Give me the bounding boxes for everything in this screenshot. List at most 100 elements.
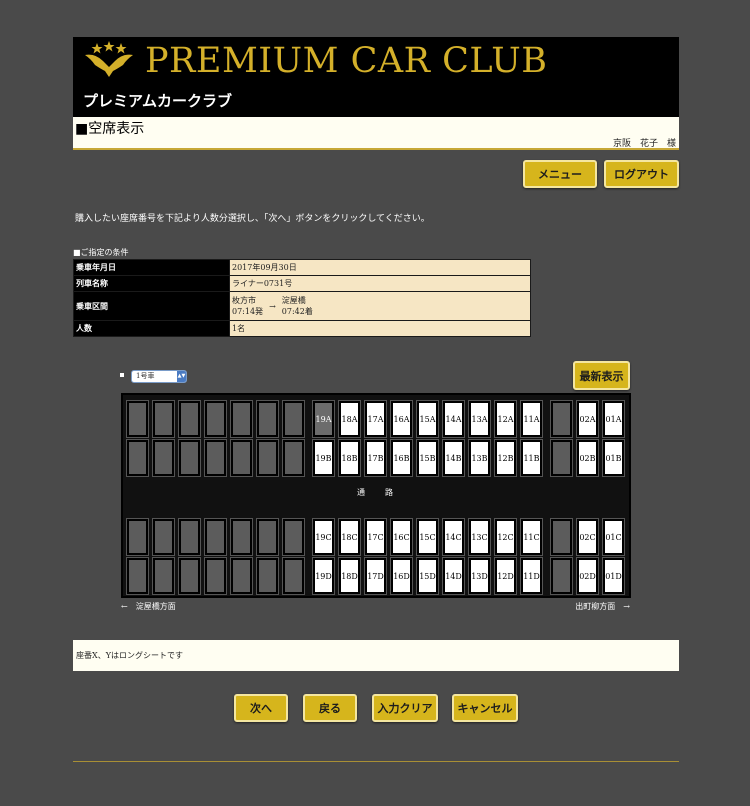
route-to-time: 07:42着 — [281, 307, 313, 316]
conditions-table: 乗車年月日 2017年09月30日 列車名称 ライナー0731号 乗車区間 枚方… — [73, 259, 531, 337]
seat-15c[interactable]: 15C — [416, 518, 439, 556]
car-select[interactable]: 1号車 ▲▼ — [131, 370, 187, 383]
brand-subtitle: プレミアムカークラブ — [83, 92, 232, 110]
seat-15a[interactable]: 15A — [416, 400, 439, 438]
seat-unavailable — [230, 400, 253, 438]
user-name: 京阪 花子 様 — [612, 139, 676, 149]
seat-01a[interactable]: 01A — [602, 400, 625, 438]
seat-01b[interactable]: 01B — [602, 439, 625, 477]
seat-13b[interactable]: 13B — [468, 439, 491, 477]
seat-12d[interactable]: 12D — [494, 557, 517, 595]
route-from-time: 07:14発 — [232, 307, 264, 316]
seat-unavailable — [126, 439, 149, 477]
seat-unavailable — [204, 557, 227, 595]
seat-14b[interactable]: 14B — [442, 439, 465, 477]
route-to: 淀屋橋 07:42着 — [282, 295, 313, 317]
seat-17b[interactable]: 17B — [364, 439, 387, 477]
seat-18d[interactable]: 18D — [338, 557, 361, 595]
seat-19c[interactable]: 19C — [312, 518, 335, 556]
cancel-button[interactable]: キャンセル — [452, 694, 518, 722]
seat-19b[interactable]: 19B — [312, 439, 335, 477]
seat-11c[interactable]: 11C — [520, 518, 543, 556]
seat-18c[interactable]: 18C — [338, 518, 361, 556]
table-row: 乗車年月日 2017年09月30日 — [73, 259, 531, 276]
seat-14a[interactable]: 14A — [442, 400, 465, 438]
seat-13a[interactable]: 13A — [468, 400, 491, 438]
seat-unavailable — [282, 400, 305, 438]
seat-01d[interactable]: 01D — [602, 557, 625, 595]
seat-11a[interactable]: 11A — [520, 400, 543, 438]
seat-unavailable — [256, 557, 279, 595]
seat-unavailable — [550, 557, 573, 595]
route-to-station: 淀屋橋 — [281, 296, 306, 305]
seat-02b[interactable]: 02B — [576, 439, 599, 477]
seat-map: 通 路 19A 18A 17A 16A 15A 14A 13A 12A 11A 02A 01A 19B… — [121, 393, 631, 598]
condition-label: 乗車区間 — [73, 291, 230, 321]
seat-unavailable — [152, 557, 175, 595]
seat-17d[interactable]: 17D — [364, 557, 387, 595]
seat-unavailable — [550, 439, 573, 477]
seat-14d[interactable]: 14D — [442, 557, 465, 595]
seat-unavailable — [256, 400, 279, 438]
condition-route: 枚方市 07:14発 → 淀屋橋 07:42着 — [229, 291, 531, 321]
seat-17a[interactable]: 17A — [364, 400, 387, 438]
seat-unavailable — [230, 557, 253, 595]
seat-16a[interactable]: 16A — [390, 400, 413, 438]
seat-13c[interactable]: 13C — [468, 518, 491, 556]
condition-value: 1名 — [229, 320, 531, 337]
site-header: PREMIUM CAR CLUB プレミアムカークラブ — [73, 37, 679, 117]
seat-unavailable — [126, 518, 149, 556]
clear-button[interactable]: 入力クリア — [372, 694, 438, 722]
table-row: 乗車区間 枚方市 07:14発 → 淀屋橋 07:42着 — [73, 291, 531, 321]
seat-note: 座番X、Yはロングシートです — [73, 640, 679, 671]
seat-unavailable — [152, 400, 175, 438]
seat-unavailable — [178, 518, 201, 556]
logout-button[interactable]: ログアウト — [604, 160, 679, 188]
seat-18a[interactable]: 18A — [338, 400, 361, 438]
condition-value: 2017年09月30日 — [229, 259, 531, 276]
refresh-button[interactable]: 最新表示 — [573, 361, 630, 390]
seat-16c[interactable]: 16C — [390, 518, 413, 556]
seat-unavailable — [178, 557, 201, 595]
seat-11b[interactable]: 11B — [520, 439, 543, 477]
seat-12b[interactable]: 12B — [494, 439, 517, 477]
back-button[interactable]: 戻る — [303, 694, 357, 722]
seat-16b[interactable]: 16B — [390, 439, 413, 477]
seat-02c[interactable]: 02C — [576, 518, 599, 556]
seat-02d[interactable]: 02D — [576, 557, 599, 595]
seat-14c[interactable]: 14C — [442, 518, 465, 556]
seat-13d[interactable]: 13D — [468, 557, 491, 595]
menu-button[interactable]: メニュー — [523, 160, 597, 188]
seat-unavailable — [126, 400, 149, 438]
route-from-station: 枚方市 — [232, 296, 256, 305]
car-select-value: 1号車 — [136, 372, 155, 380]
seat-02a[interactable]: 02A — [576, 400, 599, 438]
seat-15d[interactable]: 15D — [416, 557, 439, 595]
seat-unavailable — [178, 439, 201, 477]
page-title: ■空席表示 — [75, 121, 145, 137]
seat-12c[interactable]: 12C — [494, 518, 517, 556]
seat-01c[interactable]: 01C — [602, 518, 625, 556]
direction-left: ← 淀屋橋方面 — [121, 602, 176, 611]
seat-unavailable — [152, 518, 175, 556]
route-from: 枚方市 07:14発 — [232, 295, 263, 317]
seat-15b[interactable]: 15B — [416, 439, 439, 477]
seat-19a[interactable]: 19A — [312, 400, 335, 438]
seat-11d[interactable]: 11D — [520, 557, 543, 595]
next-button[interactable]: 次へ — [234, 694, 288, 722]
seat-unavailable — [204, 439, 227, 477]
seat-unavailable — [256, 518, 279, 556]
seat-16d[interactable]: 16D — [390, 557, 413, 595]
instruction-text: 購入したい座席番号を下記より人数分選択し、「次へ」ボタンをクリックしてください。 — [75, 214, 430, 224]
seat-19d[interactable]: 19D — [312, 557, 335, 595]
condition-value: ライナー0731号 — [229, 275, 531, 292]
condition-label: 乗車年月日 — [73, 259, 230, 276]
table-row: 人数 1名 — [73, 320, 531, 337]
seat-12a[interactable]: 12A — [494, 400, 517, 438]
seat-unavailable — [178, 400, 201, 438]
seat-17c[interactable]: 17C — [364, 518, 387, 556]
condition-label: 人数 — [73, 320, 230, 337]
chevron-down-icon: ▲▼ — [177, 371, 186, 382]
seat-18b[interactable]: 18B — [338, 439, 361, 477]
seat-unavailable — [204, 400, 227, 438]
